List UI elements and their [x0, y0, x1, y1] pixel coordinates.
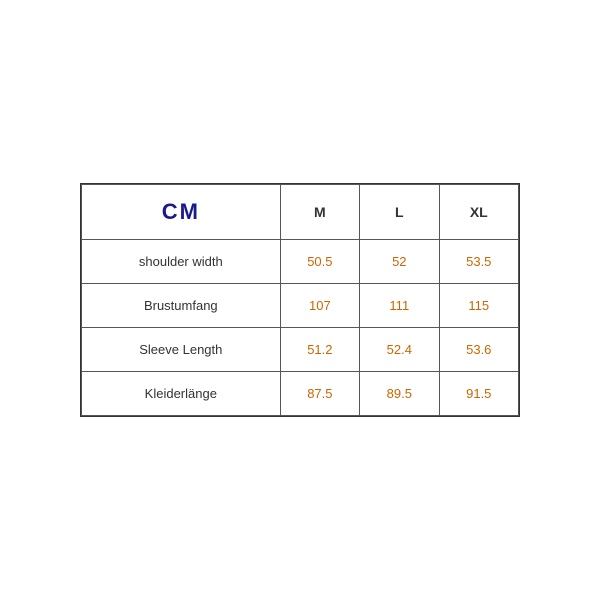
row-m-value: 51.2	[280, 328, 359, 372]
size-table: CM M L XL shoulder width50.55253.5Brustu…	[81, 184, 519, 416]
row-xl-value: 53.5	[439, 240, 518, 284]
table-row: Sleeve Length51.252.453.6	[82, 328, 519, 372]
row-l-value: 52.4	[360, 328, 439, 372]
table-row: Kleiderlänge87.589.591.5	[82, 372, 519, 416]
table-row: shoulder width50.55253.5	[82, 240, 519, 284]
row-xl-value: 53.6	[439, 328, 518, 372]
row-m-value: 50.5	[280, 240, 359, 284]
cm-header: CM	[82, 185, 281, 240]
table-header-row: CM M L XL	[82, 185, 519, 240]
row-xl-value: 91.5	[439, 372, 518, 416]
row-label: Sleeve Length	[82, 328, 281, 372]
row-l-value: 52	[360, 240, 439, 284]
table-row: Brustumfang107111115	[82, 284, 519, 328]
size-table-container: CM M L XL shoulder width50.55253.5Brustu…	[80, 183, 520, 417]
row-xl-value: 115	[439, 284, 518, 328]
row-label: Brustumfang	[82, 284, 281, 328]
m-header: M	[280, 185, 359, 240]
l-header: L	[360, 185, 439, 240]
row-label: shoulder width	[82, 240, 281, 284]
row-m-value: 87.5	[280, 372, 359, 416]
xl-header: XL	[439, 185, 518, 240]
row-l-value: 111	[360, 284, 439, 328]
row-m-value: 107	[280, 284, 359, 328]
row-l-value: 89.5	[360, 372, 439, 416]
row-label: Kleiderlänge	[82, 372, 281, 416]
